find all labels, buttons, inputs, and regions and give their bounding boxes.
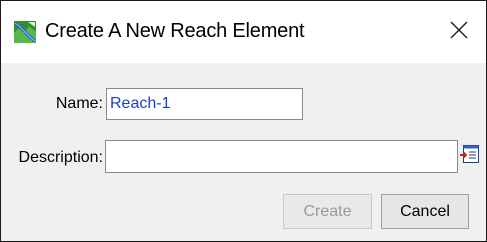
dialog-body: Name: Description: Create Cancel (1, 63, 486, 241)
text-editor-icon (460, 143, 480, 170)
description-label: Description: (18, 149, 103, 166)
dialog-title: Create A New Reach Element (45, 20, 305, 42)
description-field[interactable] (105, 140, 458, 173)
name-label: Name: (55, 95, 103, 112)
create-button[interactable]: Create (283, 194, 372, 229)
create-button-label: Create (303, 202, 352, 220)
title-bar[interactable]: Create A New Reach Element (1, 1, 486, 63)
reach-map-icon (14, 21, 36, 43)
description-editor-button[interactable] (459, 144, 481, 168)
name-field[interactable] (106, 88, 303, 120)
close-button[interactable] (432, 1, 486, 63)
create-reach-dialog: Create A New Reach Element Name: Descrip… (0, 0, 487, 242)
cancel-button[interactable]: Cancel (381, 194, 469, 229)
cancel-button-label: Cancel (400, 202, 450, 220)
close-icon (450, 21, 468, 44)
